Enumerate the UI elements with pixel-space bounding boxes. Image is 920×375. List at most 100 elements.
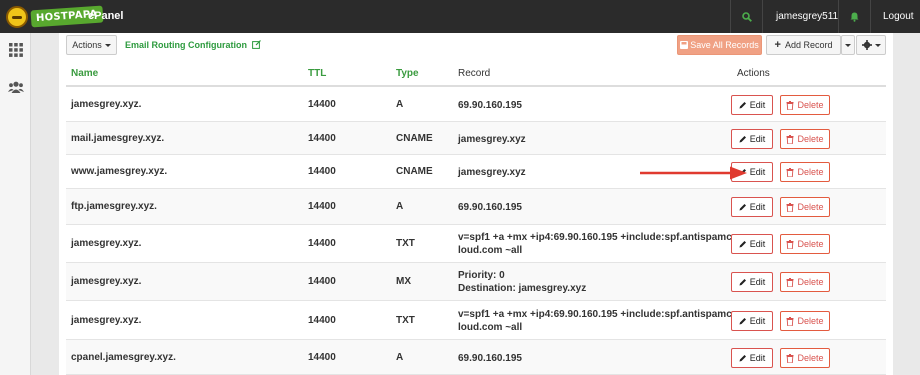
trash-icon bbox=[786, 239, 794, 249]
delete-label: Delete bbox=[797, 202, 824, 212]
settings-dropdown[interactable] bbox=[856, 35, 886, 55]
pencil-icon bbox=[739, 355, 746, 362]
record-line: Priority: 0 bbox=[458, 270, 505, 281]
chevron-down-icon bbox=[845, 43, 851, 47]
cell-name: mail.jamesgrey.xyz. bbox=[71, 133, 165, 144]
delete-button[interactable]: Delete bbox=[780, 162, 830, 182]
pencil-icon bbox=[739, 318, 746, 325]
users-icon[interactable] bbox=[8, 80, 24, 94]
bell-icon bbox=[850, 12, 859, 22]
cell-ttl: 14400 bbox=[308, 99, 336, 110]
gear-icon bbox=[861, 40, 872, 50]
add-record-label: Add Record bbox=[784, 40, 833, 50]
trash-icon bbox=[786, 202, 794, 212]
username-label: jamesgrey511 bbox=[776, 11, 839, 22]
table-row: jamesgrey.xyz. 14400 TXT v=spf1 +a +mx +ip4… bbox=[66, 225, 886, 263]
column-header-type[interactable]: Type bbox=[396, 68, 419, 79]
edit-button[interactable]: Edit bbox=[731, 272, 773, 292]
cell-record: 69.90.160.195 bbox=[458, 352, 522, 365]
search-button[interactable] bbox=[730, 0, 762, 33]
grid-apps-icon[interactable] bbox=[9, 43, 23, 57]
column-header-name[interactable]: Name bbox=[71, 68, 98, 79]
cell-type: TXT bbox=[396, 238, 415, 249]
delete-label: Delete bbox=[797, 277, 824, 287]
user-menu[interactable]: jamesgrey511 bbox=[762, 0, 838, 33]
delete-button[interactable]: Delete bbox=[780, 311, 830, 331]
cell-record: v=spf1 +a +mx +ip4:69.90.160.195 +includ… bbox=[458, 308, 732, 334]
edit-button[interactable]: Edit bbox=[731, 348, 773, 368]
cell-name: jamesgrey.xyz. bbox=[71, 99, 142, 110]
edit-button[interactable]: Edit bbox=[731, 311, 773, 331]
edit-button[interactable]: Edit bbox=[731, 234, 773, 254]
cell-name: jamesgrey.xyz. bbox=[71, 238, 142, 249]
trash-icon bbox=[786, 134, 794, 144]
actions-label: Actions bbox=[72, 40, 102, 50]
cell-name: www.jamesgrey.xyz. bbox=[71, 166, 168, 177]
table-row: jamesgrey.xyz. 14400 A 69.90.160.195 Edit Del… bbox=[66, 87, 886, 122]
cell-name: ftp.jamesgrey.xyz. bbox=[71, 201, 157, 212]
edit-label: Edit bbox=[749, 167, 766, 177]
cell-type: TXT bbox=[396, 315, 415, 326]
sidebar bbox=[0, 33, 31, 375]
email-routing-link[interactable]: Email Routing Configuration bbox=[125, 40, 261, 50]
cell-ttl: 14400 bbox=[308, 133, 336, 144]
notifications-button[interactable] bbox=[838, 0, 870, 33]
edit-label: Edit bbox=[749, 134, 766, 144]
annotation-arrow bbox=[640, 166, 747, 180]
chevron-down-icon bbox=[104, 43, 111, 47]
record-line: 69.90.160.195 bbox=[458, 353, 522, 364]
column-header-record: Record bbox=[458, 68, 491, 79]
edit-button[interactable]: Edit bbox=[731, 129, 773, 149]
record-line: jamesgrey.xyz bbox=[458, 167, 526, 178]
app-title: cPanel bbox=[88, 10, 124, 22]
logout-button[interactable]: Logout bbox=[870, 0, 920, 33]
delete-button[interactable]: Delete bbox=[780, 197, 830, 217]
delete-button[interactable]: Delete bbox=[780, 129, 830, 149]
cell-type: MX bbox=[396, 276, 411, 287]
cell-ttl: 14400 bbox=[308, 276, 336, 287]
top-navbar: HOSTPAPA cPanel jamesgrey511 Logout bbox=[0, 0, 920, 33]
record-line: v=spf1 +a +mx +ip4:69.90.160.195 +includ… bbox=[458, 232, 732, 243]
record-line: loud.com ~all bbox=[458, 245, 523, 256]
delete-label: Delete bbox=[797, 134, 824, 144]
delete-button[interactable]: Delete bbox=[780, 95, 830, 115]
table-row: mail.jamesgrey.xyz. 14400 CNAME jamesgrey.x… bbox=[66, 122, 886, 155]
save-all-records-button[interactable]: Save All Records bbox=[677, 35, 762, 55]
cell-record: jamesgrey.xyz bbox=[458, 133, 526, 146]
chevron-down-icon bbox=[874, 43, 881, 47]
delete-button[interactable]: Delete bbox=[780, 348, 830, 368]
table-row: cpanel.jamesgrey.xyz. 14400 A 69.90.160.195… bbox=[66, 340, 886, 375]
edit-button[interactable]: Edit bbox=[731, 95, 773, 115]
cell-type: CNAME bbox=[396, 166, 433, 177]
trash-icon bbox=[786, 100, 794, 110]
record-line: 69.90.160.195 bbox=[458, 202, 522, 213]
pencil-icon bbox=[739, 136, 746, 143]
cell-record: jamesgrey.xyz bbox=[458, 166, 526, 179]
delete-label: Delete bbox=[797, 353, 824, 363]
cell-type: CNAME bbox=[396, 133, 433, 144]
cell-name: jamesgrey.xyz. bbox=[71, 276, 142, 287]
toolbar: Actions Email Routing Configuration Save… bbox=[59, 33, 893, 57]
trash-icon bbox=[786, 316, 794, 326]
record-line: 69.90.160.195 bbox=[458, 100, 522, 111]
edit-label: Edit bbox=[749, 316, 766, 326]
delete-button[interactable]: Delete bbox=[780, 272, 830, 292]
delete-button[interactable]: Delete bbox=[780, 234, 830, 254]
column-header-ttl[interactable]: TTL bbox=[308, 68, 326, 79]
cell-ttl: 14400 bbox=[308, 352, 336, 363]
add-record-dropdown-toggle[interactable] bbox=[841, 35, 855, 55]
add-record-button[interactable]: + Add Record bbox=[766, 35, 841, 55]
edit-label: Edit bbox=[749, 202, 766, 212]
cell-record: 69.90.160.195 bbox=[458, 99, 522, 112]
plus-icon: + bbox=[774, 39, 781, 51]
zone-editor-panel: Actions Email Routing Configuration Save… bbox=[59, 33, 893, 375]
edit-button[interactable]: Edit bbox=[731, 197, 773, 217]
external-edit-icon bbox=[251, 40, 261, 49]
logout-label: Logout bbox=[883, 11, 914, 22]
record-line: loud.com ~all bbox=[458, 322, 523, 333]
record-line: v=spf1 +a +mx +ip4:69.90.160.195 +includ… bbox=[458, 309, 732, 320]
record-line: Destination: jamesgrey.xyz bbox=[458, 283, 587, 294]
cell-record: Priority: 0 Destination: jamesgrey.xyz bbox=[458, 269, 586, 295]
trash-icon bbox=[786, 353, 794, 363]
actions-dropdown[interactable]: Actions bbox=[66, 35, 117, 55]
